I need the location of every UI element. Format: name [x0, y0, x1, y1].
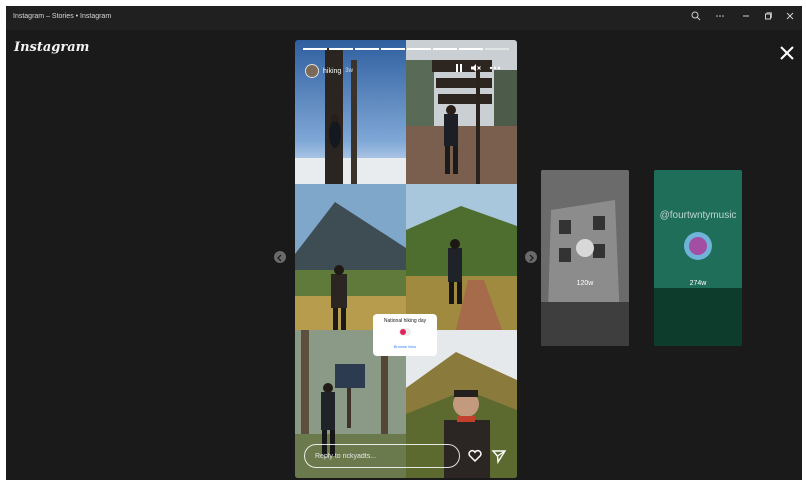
- more-options-button[interactable]: [489, 64, 501, 74]
- progress-segment: [433, 48, 457, 50]
- more-options-icon: [489, 66, 501, 70]
- next-arrow-icon: [529, 254, 534, 262]
- share-button[interactable]: [491, 448, 507, 465]
- close-icon: [780, 46, 794, 60]
- side-story-2-handle: @fourtwntymusic: [659, 210, 737, 221]
- poll-question: National hiking day: [383, 318, 427, 324]
- story-username[interactable]: hiking: [323, 68, 341, 75]
- progress-segment: [329, 48, 353, 50]
- instagram-window: Instagram – Stories • Instagram Instagra…: [6, 6, 802, 480]
- side-story-1[interactable]: 120w: [541, 170, 629, 346]
- progress-segment: [485, 48, 509, 50]
- pause-icon: [456, 64, 462, 72]
- send-icon: [491, 450, 507, 465]
- story-progress: [303, 48, 509, 50]
- restore-icon[interactable]: [758, 10, 778, 26]
- photo-volcano-view: [295, 184, 406, 330]
- story-viewer[interactable]: hiking 3w National hiking day Browse lin…: [295, 40, 517, 478]
- next-story-button[interactable]: [525, 251, 537, 263]
- mute-button[interactable]: [471, 64, 481, 74]
- window-titlebar: Instagram – Stories • Instagram: [6, 6, 802, 30]
- side-story-2[interactable]: @fourtwntymusic 274w: [654, 170, 742, 346]
- progress-segment: [459, 48, 483, 50]
- poll-slider[interactable]: [399, 328, 411, 336]
- side-story-1-time: 120w: [576, 280, 594, 287]
- close-stories-button[interactable]: [776, 42, 798, 64]
- story-time: 3w: [345, 68, 353, 74]
- progress-segment: [381, 48, 405, 50]
- poll-slider-handle[interactable]: [400, 329, 406, 335]
- photo-summit-sign: [406, 40, 517, 184]
- side-story-2-thumbnail: [654, 170, 742, 346]
- more-icon[interactable]: [710, 10, 730, 26]
- side-story-1-thumbnail: [541, 170, 629, 346]
- instagram-logo[interactable]: Instagram: [14, 40, 89, 55]
- search-icon[interactable]: [686, 10, 706, 26]
- poll-sticker[interactable]: National hiking day Browse links: [373, 314, 437, 356]
- heart-icon: [468, 449, 482, 463]
- side-story-2-time: 274w: [689, 280, 707, 287]
- reply-input[interactable]: [304, 444, 460, 468]
- prev-arrow-icon: [277, 254, 282, 262]
- prev-story-button[interactable]: [274, 251, 286, 263]
- story-header: hiking 3w: [305, 62, 353, 80]
- poll-link[interactable]: Browse links: [373, 344, 437, 349]
- mute-icon: [471, 64, 481, 72]
- progress-segment: [355, 48, 379, 50]
- progress-segment: [303, 48, 327, 50]
- pause-button[interactable]: [455, 64, 463, 74]
- like-button[interactable]: [467, 448, 483, 464]
- minimize-icon[interactable]: [736, 10, 756, 26]
- progress-segment: [407, 48, 431, 50]
- close-icon[interactable]: [780, 10, 800, 26]
- photo-trail-walk: [406, 184, 517, 330]
- window-title: Instagram – Stories • Instagram: [13, 13, 112, 20]
- avatar[interactable]: [305, 64, 319, 78]
